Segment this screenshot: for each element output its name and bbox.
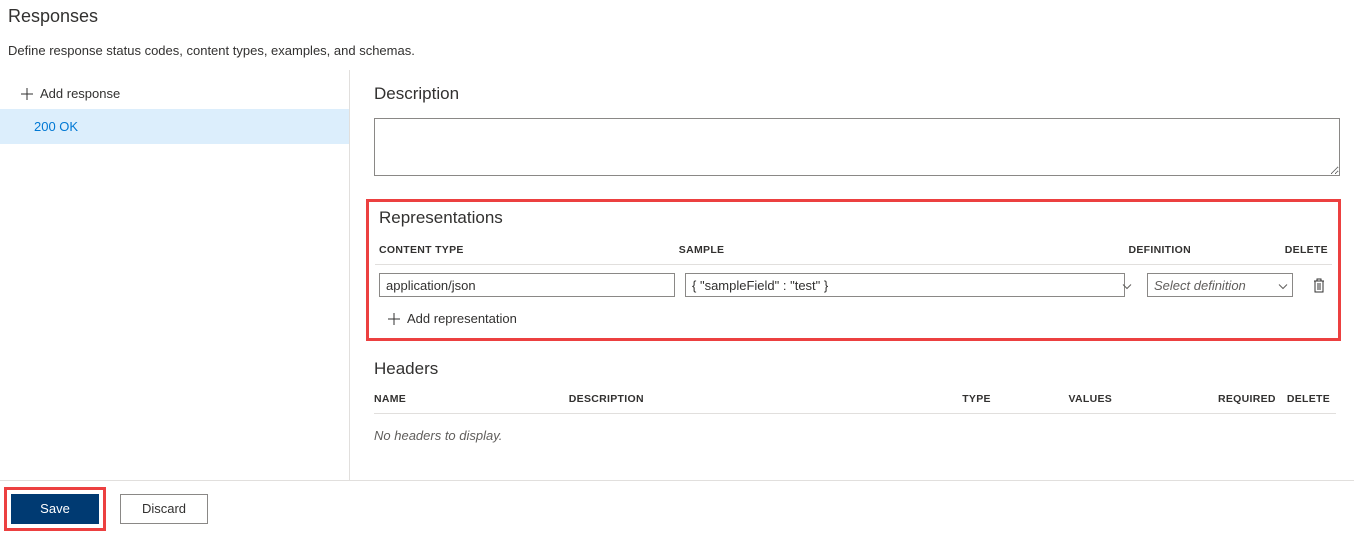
column-delete: DELETE [1274,244,1328,256]
add-representation-button[interactable]: Add representation [375,297,1332,326]
representation-row: Select definition [375,265,1332,297]
representations-heading: Representations [379,208,1332,228]
responses-sidebar: Add response 200 OK [0,70,350,480]
save-button[interactable]: Save [11,494,99,524]
response-item-200-ok[interactable]: 200 OK [0,109,349,144]
definition-select[interactable]: Select definition [1147,273,1293,297]
column-type: TYPE [962,393,1068,405]
column-name: NAME [374,393,569,405]
representations-table-header: CONTENT TYPE SAMPLE DEFINITION DELETE [375,244,1332,265]
description-textarea[interactable] [374,118,1340,176]
column-sample: SAMPLE [679,244,1129,256]
response-detail-panel: Description Representations CONTENT TYPE… [350,70,1354,480]
add-representation-label: Add representation [407,311,517,326]
headers-heading: Headers [374,359,1336,379]
plus-icon [20,87,34,101]
column-content-type: CONTENT TYPE [379,244,679,256]
trash-icon [1312,278,1326,293]
add-response-label: Add response [40,86,120,101]
page-subtitle: Define response status codes, content ty… [0,31,1354,68]
column-required: REQUIRED [1218,393,1287,405]
headers-table-header: NAME DESCRIPTION TYPE VALUES REQUIRED DE… [374,393,1336,414]
sample-input[interactable] [685,273,1125,297]
column-values: VALUES [1068,393,1218,405]
definition-placeholder: Select definition [1154,278,1246,293]
column-delete: DELETE [1287,393,1336,405]
column-description: DESCRIPTION [569,393,962,405]
description-heading: Description [374,84,1354,104]
content-type-input[interactable] [379,273,675,297]
discard-button[interactable]: Discard [120,494,208,524]
page-title: Responses [0,0,1354,31]
add-response-button[interactable]: Add response [0,78,349,109]
empty-headers-text: No headers to display. [374,414,1336,443]
representations-section-highlight: Representations CONTENT TYPE SAMPLE DEFI… [366,199,1341,341]
headers-section: Headers NAME DESCRIPTION TYPE VALUES REQ… [374,359,1336,443]
save-button-highlight: Save [4,487,106,531]
plus-icon [387,312,401,326]
delete-representation-button[interactable] [1310,276,1328,295]
column-definition: DEFINITION [1128,244,1274,256]
footer-toolbar: Save Discard [0,480,1354,536]
